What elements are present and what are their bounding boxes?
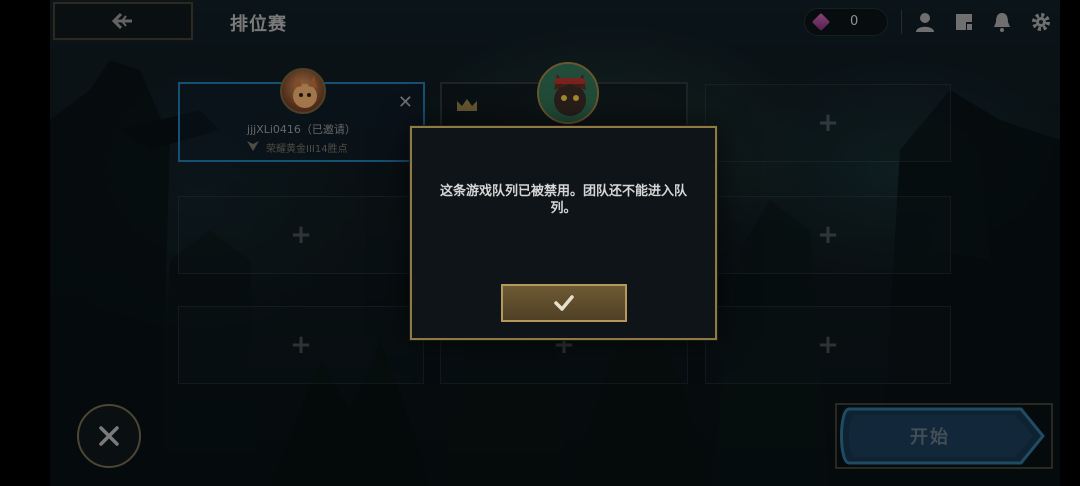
game-screen: 排位赛 0 ✕ jjjXLi0416（已邀请） 荣耀黄金III14胜点 + + …	[50, 0, 1060, 486]
dialog-message: 这条游戏队列已被禁用。团队还不能进入队列。	[439, 184, 687, 216]
queue-disabled-dialog: 这条游戏队列已被禁用。团队还不能进入队列。	[410, 126, 717, 340]
confirm-button[interactable]	[501, 284, 627, 322]
checkmark-icon	[554, 295, 574, 311]
